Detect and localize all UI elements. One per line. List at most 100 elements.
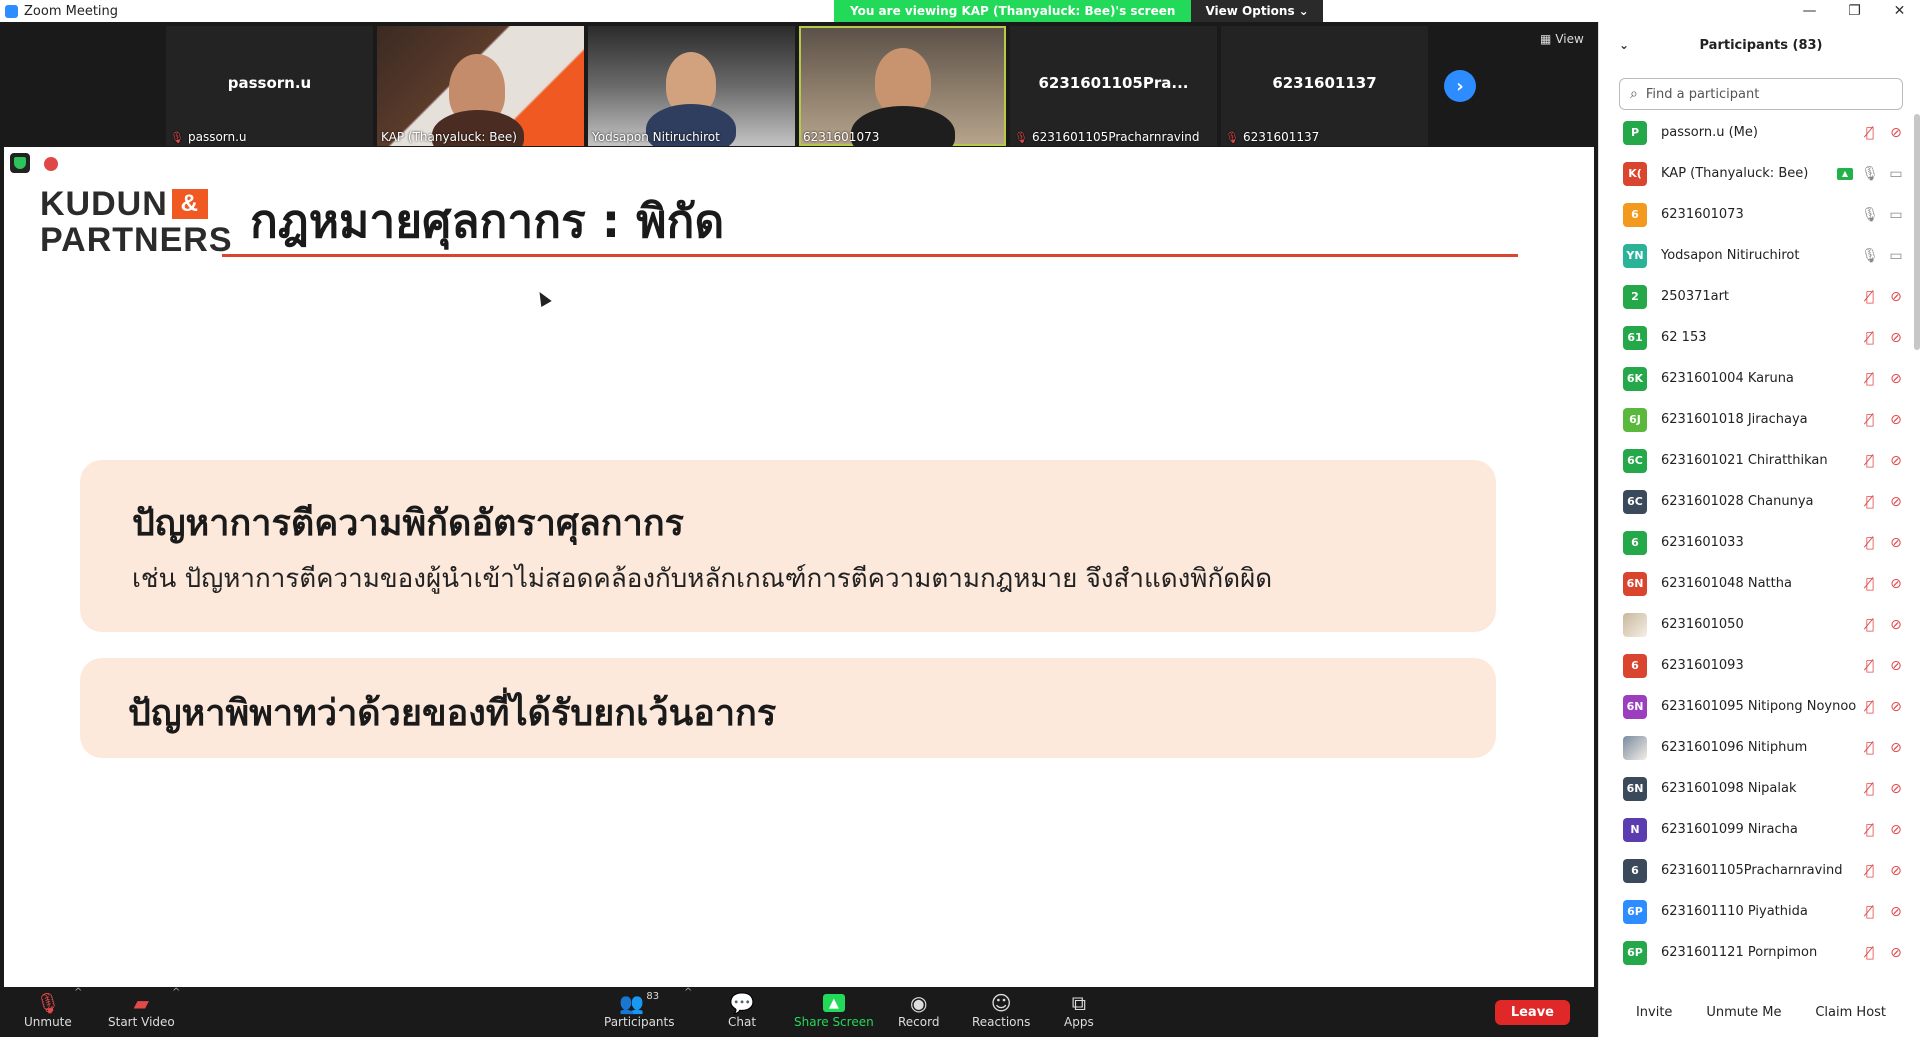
mic-muted-icon: 🎙̸ [1865, 452, 1875, 469]
unmute-button[interactable]: 🎙 Unmute [24, 991, 72, 1029]
mic-muted-icon: 🎙̸ [1865, 124, 1875, 141]
participants-scrollbar[interactable] [1914, 114, 1920, 350]
record-button[interactable]: ◉ Record [898, 991, 939, 1029]
participant-row[interactable]: 6N 6231601048 Nattha 🎙̸ ⊘ [1599, 563, 1915, 604]
mic-muted-icon: 🎙 [35, 991, 61, 1015]
apps-button[interactable]: ⧉ Apps [1064, 991, 1094, 1029]
participant-status-icons: 🎙 ▭ [1861, 194, 1905, 235]
participant-row[interactable]: 6P 6231601121 Pornpimon 🎙̸ ⊘ [1599, 932, 1915, 973]
participant-status-icons: 🎙̸ ⊘ [1861, 891, 1905, 932]
maximize-icon[interactable]: ❐ [1832, 0, 1877, 22]
invite-button[interactable]: Invite [1626, 999, 1682, 1026]
participant-row[interactable]: 6N 6231601098 Nipalak 🎙̸ ⊘ [1599, 768, 1915, 809]
participants-icon: 👥 83 [619, 991, 660, 1015]
audio-options-caret-icon[interactable]: ^ [74, 987, 82, 998]
avatar: 2 [1623, 284, 1647, 309]
video-tile[interactable]: passorn.u 🎙 passorn.u [166, 26, 373, 146]
reactions-button[interactable]: ☺ Reactions [972, 991, 1030, 1029]
participant-status-icons: 🎙̸ ⊘ [1861, 686, 1905, 727]
close-icon[interactable]: ✕ [1877, 0, 1922, 22]
shared-screen-slide: KUDUN & PARTNERS กฎหมายศุลกากร : พิกัด ปั… [4, 147, 1594, 987]
avatar: 6C [1623, 448, 1647, 473]
video-tile[interactable]: KAP (Thanyaluck: Bee) [377, 26, 584, 146]
participant-row[interactable]: 6231601096 Nitiphum 🎙̸ ⊘ [1599, 727, 1915, 768]
tile-label-text: 6231601073 [803, 130, 880, 144]
next-page-arrow-icon[interactable]: › [1444, 70, 1476, 102]
mic-icon: 🎙 [1861, 165, 1879, 182]
video-tile-active-speaker[interactable]: 6231601073 [799, 26, 1006, 146]
chevron-down-icon: ⌄ [1298, 4, 1309, 18]
participant-row[interactable]: 61 62 153 🎙̸ ⊘ [1599, 317, 1915, 358]
participant-status-icons: 🎙̸ ⊘ [1861, 358, 1905, 399]
participants-label: Participants [604, 1015, 675, 1029]
share-screen-button[interactable]: ▲ Share Screen [794, 991, 874, 1029]
mic-muted-icon: 🎙 [170, 130, 184, 144]
recording-indicator-icon [44, 157, 58, 171]
avatar: 61 [1623, 325, 1647, 350]
participant-row[interactable]: 6C 6231601021 Chiratthikan 🎙̸ ⊘ [1599, 440, 1915, 481]
participant-search[interactable]: ⌕ [1619, 78, 1903, 110]
meeting-toolbar: 🎙 Unmute ^ ▰ Start Video ^ 👥 83 Participa… [0, 987, 1598, 1037]
security-shield-icon[interactable] [10, 153, 30, 173]
participant-row[interactable]: Ppassorn.u (Me) 🎙̸ ⊘ [1599, 112, 1915, 153]
kudun-partners-logo: KUDUN & PARTNERS [40, 187, 233, 259]
chat-button[interactable]: 💬 Chat [728, 991, 756, 1029]
video-tile[interactable]: Yodsapon Nitiruchirot [588, 26, 795, 146]
reactions-label: Reactions [972, 1015, 1031, 1029]
participant-name: 6231601033 [1661, 535, 1744, 550]
participant-name: 6231601099 Niracha [1661, 822, 1798, 837]
tile-label: 🎙 passorn.u [170, 130, 247, 144]
card-heading: ปัญหาการตีความพิกัดอัตราศุลกากร [132, 503, 684, 544]
participants-count: 83 [646, 991, 660, 1002]
participant-row[interactable]: 6K 6231601004 Karuna 🎙̸ ⊘ [1599, 358, 1915, 399]
avatar: N [1623, 817, 1647, 842]
chat-label: Chat [728, 1015, 757, 1029]
avatar: 6P [1623, 940, 1647, 965]
claim-host-button[interactable]: Claim Host [1805, 999, 1896, 1026]
video-tile[interactable]: 6231601137 🎙 6231601137 [1221, 26, 1428, 146]
participant-row[interactable]: 6J 6231601018 Jirachaya 🎙̸ ⊘ [1599, 399, 1915, 440]
participant-search-input[interactable] [1643, 85, 1884, 103]
start-video-button[interactable]: ▰ Start Video [108, 991, 175, 1029]
participant-row[interactable]: 6N 6231601095 Nitipong Noynoo 🎙̸ ⊘ [1599, 686, 1915, 727]
participant-row[interactable]: 6 6231601073 🎙 ▭ [1599, 194, 1915, 235]
video-off-icon: ⊘ [1890, 288, 1902, 305]
participant-row[interactable]: 6 6231601093 🎙̸ ⊘ [1599, 645, 1915, 686]
view-button[interactable]: ▦ View [1540, 32, 1584, 46]
participant-row[interactable]: YN Yodsapon Nitiruchirot 🎙 ▭ [1599, 235, 1915, 276]
mic-muted-icon: 🎙̸ [1865, 370, 1875, 387]
tile-label-text: 6231601137 [1242, 130, 1320, 144]
mic-icon: 🎙 [1861, 247, 1879, 264]
participants-caret-icon[interactable]: ^ [684, 987, 692, 998]
start-video-label: Start Video [108, 1015, 175, 1029]
avatar: K( [1623, 161, 1647, 186]
participants-list[interactable]: Ppassorn.u (Me) 🎙̸ ⊘ K(KAP (Thanyaluck: Bee… [1599, 112, 1915, 1000]
avatar [1623, 735, 1647, 760]
participant-row[interactable]: 6C 6231601028 Chanunya 🎙̸ ⊘ [1599, 481, 1915, 522]
search-icon: ⌕ [1630, 86, 1638, 102]
minimize-icon[interactable]: — [1787, 0, 1832, 22]
video-options-caret-icon[interactable]: ^ [172, 987, 180, 998]
view-options-button[interactable]: View Options ⌄ [1191, 0, 1323, 22]
participant-status-icons: 🎙̸ ⊘ [1861, 645, 1905, 686]
participant-name: 62 153 [1661, 330, 1707, 345]
video-off-icon: ⊘ [1890, 575, 1902, 592]
participant-name: 6231601028 Chanunya [1661, 494, 1814, 509]
video-off-icon: ⊘ [1890, 534, 1902, 551]
mic-muted-icon: 🎙̸ [1865, 657, 1875, 674]
participant-row[interactable]: 6 6231601105Pracharnravind 🎙̸ ⊘ [1599, 850, 1915, 891]
participant-row[interactable]: 2 250371art 🎙̸ ⊘ [1599, 276, 1915, 317]
participants-button[interactable]: 👥 83 Participants [604, 991, 675, 1029]
video-tile[interactable]: 6231601105Pra... 🎙 6231601105Pracharnravi… [1010, 26, 1217, 146]
leave-button[interactable]: Leave [1494, 1000, 1570, 1025]
participant-name: 6231601093 [1661, 658, 1744, 673]
participant-row[interactable]: K(KAP (Thanyaluck: Bee) ▲ 🎙 ▭ [1599, 153, 1915, 194]
mic-muted-icon: 🎙̸ [1865, 575, 1875, 592]
participant-row[interactable]: N 6231601099 Niracha 🎙̸ ⊘ [1599, 809, 1915, 850]
participant-row[interactable]: 6 6231601033 🎙̸ ⊘ [1599, 522, 1915, 563]
participant-row[interactable]: 6231601050 🎙̸ ⊘ [1599, 604, 1915, 645]
unmute-me-button[interactable]: Unmute Me [1696, 999, 1791, 1026]
participant-row[interactable]: 6P 6231601110 Piyathida 🎙̸ ⊘ [1599, 891, 1915, 932]
collapse-panel-chevron-icon[interactable]: ⌄ [1619, 38, 1629, 52]
participant-name: 6231601021 Chiratthikan [1661, 453, 1828, 468]
